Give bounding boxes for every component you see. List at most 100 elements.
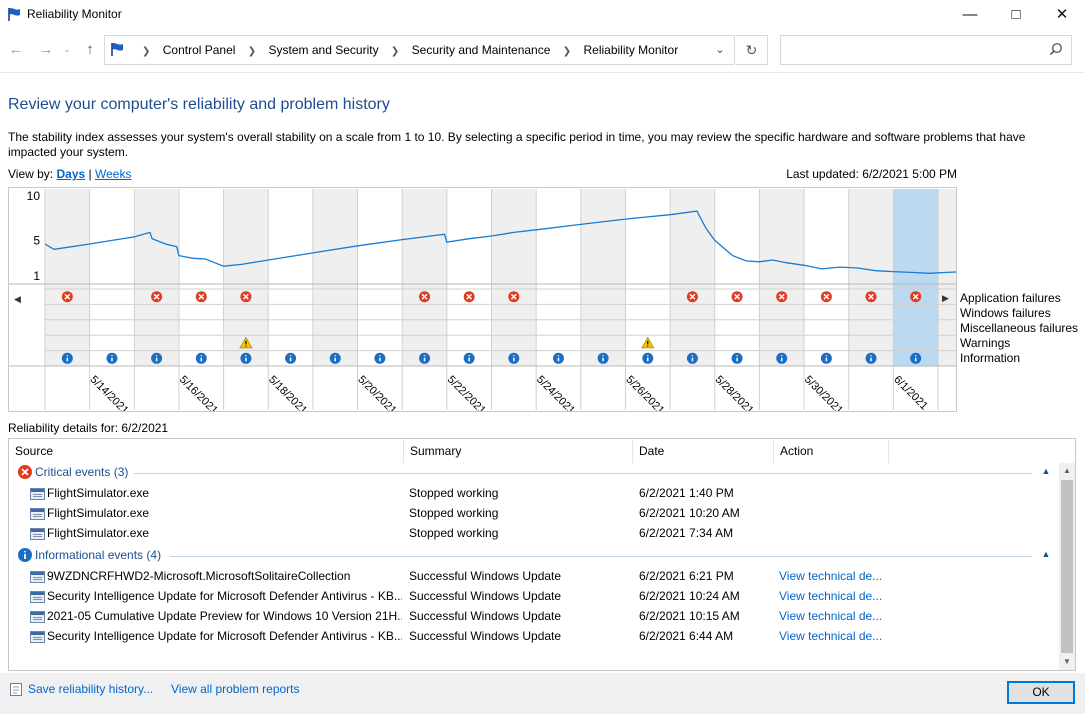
- cell-source: FlightSimulator.exe: [47, 486, 150, 500]
- search-icon: [1049, 42, 1063, 59]
- application-icon: [30, 631, 45, 643]
- table-row[interactable]: FlightSimulator.exe Stopped working 6/2/20…: [9, 483, 1059, 503]
- chart-day-column[interactable]: [536, 189, 581, 366]
- cell-source: 9WZDNCRFHWD2-Microsoft.MicrosoftSolitair…: [47, 569, 351, 583]
- breadcrumb-separator-icon[interactable]: ❯: [142, 46, 150, 57]
- stability-chart-svg[interactable]: 10 5 1 ◀ 5/14/2021 5/16/2021 5/18/2021 5/20/202…: [9, 188, 956, 411]
- chart-day-column[interactable]: [402, 189, 447, 366]
- chart-day-column[interactable]: [89, 189, 135, 366]
- vertical-scrollbar[interactable]: ▲ ▼: [1059, 463, 1075, 670]
- table-row[interactable]: FlightSimulator.exe Stopped working 6/2/20…: [9, 503, 1059, 523]
- collapse-group-icon[interactable]: ▲: [1040, 466, 1052, 476]
- row-label-information: Information: [960, 351, 1021, 365]
- table-row[interactable]: 2021-05 Cumulative Update Preview for Wi…: [9, 606, 1059, 626]
- table-row[interactable]: 9WZDNCRFHWD2-Microsoft.MicrosoftSolitair…: [9, 566, 1059, 586]
- y-tick-label: 1: [33, 269, 40, 283]
- chart-day-column[interactable]: [580, 189, 626, 366]
- back-button[interactable]: ←: [6, 39, 26, 61]
- ok-button[interactable]: OK: [1007, 681, 1075, 704]
- breadcrumb-security-and-maintenance[interactable]: Security and Maintenance: [412, 43, 551, 57]
- scroll-down-button[interactable]: ▼: [1059, 654, 1075, 670]
- breadcrumb-system-and-security[interactable]: System and Security: [269, 43, 379, 57]
- view-by-selector: View by: Days | Weeks: [8, 167, 131, 181]
- row-label-miscellaneous-failures: Miscellaneous failures: [960, 321, 1079, 335]
- view-technical-details-link[interactable]: View technical de...: [779, 589, 889, 603]
- table-row[interactable]: FlightSimulator.exe Stopped working 6/2/20…: [9, 523, 1059, 543]
- stability-chart[interactable]: 10 5 1 ◀ 5/14/2021 5/16/2021 5/18/2021 5/20/202…: [8, 187, 957, 412]
- close-icon: ✕: [1055, 6, 1069, 23]
- forward-button[interactable]: →: [36, 39, 56, 61]
- scrollbar-thumb[interactable]: [1061, 480, 1073, 653]
- chart-day-column[interactable]: [491, 189, 537, 366]
- column-header-action[interactable]: Action: [774, 439, 889, 463]
- cell-date: 6/2/2021 6:21 PM: [639, 569, 734, 583]
- breadcrumb-reliability-monitor[interactable]: Reliability Monitor: [583, 43, 678, 57]
- chart-day-column[interactable]: [357, 189, 403, 366]
- window-title: Reliability Monitor: [27, 7, 122, 21]
- chart-scroll-left-button[interactable]: ◀: [14, 295, 21, 305]
- cell-source: FlightSimulator.exe: [47, 506, 150, 520]
- breadcrumb-separator-icon[interactable]: ❯: [248, 46, 256, 57]
- breadcrumb-separator-icon[interactable]: ❯: [563, 46, 571, 57]
- last-updated-text: Last updated: 6/2/2021 5:00 PM: [786, 167, 957, 181]
- cell-date: 6/2/2021 10:15 AM: [639, 609, 740, 623]
- collapse-group-icon[interactable]: ▲: [1040, 549, 1052, 559]
- breadcrumb-control-panel[interactable]: Control Panel: [163, 43, 236, 57]
- table-row[interactable]: Security Intelligence Update for Microso…: [9, 586, 1059, 606]
- recent-locations-button[interactable]: ⌄: [60, 39, 74, 61]
- cell-date: 6/2/2021 10:24 AM: [639, 589, 740, 603]
- search-input[interactable]: [780, 35, 1072, 65]
- minimize-button[interactable]: —: [947, 0, 993, 30]
- chart-scroll-right-button[interactable]: ▶: [942, 293, 949, 304]
- view-by-weeks-link[interactable]: Weeks: [95, 167, 131, 181]
- critical-icon: [18, 465, 32, 479]
- view-technical-details-link[interactable]: View technical de...: [779, 609, 889, 623]
- refresh-button[interactable]: ↻: [736, 35, 768, 65]
- breadcrumb-separator-icon[interactable]: ❯: [391, 46, 399, 57]
- group-divider: [134, 473, 1032, 474]
- address-dropdown-button[interactable]: ⌄: [710, 36, 730, 64]
- close-button[interactable]: ✕: [1039, 0, 1085, 30]
- informational-events-group[interactable]: Informational events (4): [17, 547, 161, 565]
- table-row[interactable]: Security Intelligence Update for Microso…: [9, 626, 1059, 646]
- chart-day-column[interactable]: [178, 189, 224, 366]
- chart-day-column[interactable]: [268, 189, 313, 366]
- y-tick-label: 10: [27, 189, 41, 203]
- x-tick-label: 5/30/2021: [802, 374, 845, 411]
- view-by-days-link[interactable]: Days: [56, 167, 85, 181]
- view-technical-details-link[interactable]: View technical de...: [779, 629, 889, 643]
- scroll-up-button[interactable]: ▲: [1059, 463, 1075, 479]
- cell-source: FlightSimulator.exe: [47, 526, 150, 540]
- scroll-up-icon: ▲: [1063, 466, 1071, 475]
- minimize-icon: —: [962, 6, 978, 23]
- column-header-date[interactable]: Date: [633, 439, 774, 463]
- up-arrow-icon: ↑: [86, 41, 94, 58]
- control-panel-flag-icon: [110, 42, 125, 60]
- chart-day-column[interactable]: [804, 189, 849, 366]
- cell-summary: Successful Windows Update: [409, 609, 562, 623]
- chart-day-column[interactable]: [938, 189, 956, 366]
- chart-day-column[interactable]: [759, 189, 805, 366]
- save-reliability-history-link[interactable]: Save reliability history...: [28, 682, 153, 696]
- divider: [0, 72, 1085, 73]
- chart-day-column[interactable]: [446, 189, 492, 366]
- critical-events-group[interactable]: Critical events (3): [17, 464, 128, 482]
- chart-day-column[interactable]: [893, 189, 938, 366]
- column-header-source[interactable]: Source: [9, 439, 404, 463]
- chart-day-column[interactable]: [670, 189, 715, 366]
- x-tick-label: 5/20/2021: [355, 374, 398, 411]
- x-tick-label: 6/1/2021: [891, 374, 930, 411]
- group-title: Critical events (3): [35, 465, 129, 479]
- chart-day-column[interactable]: [134, 189, 179, 366]
- row-label-warnings: Warnings: [960, 336, 1011, 350]
- application-icon: [30, 508, 45, 520]
- chart-day-column[interactable]: [848, 189, 894, 366]
- maximize-button[interactable]: □: [993, 0, 1039, 30]
- chart-day-column[interactable]: [312, 189, 358, 366]
- view-technical-details-link[interactable]: View technical de...: [779, 569, 889, 583]
- view-all-problem-reports-link[interactable]: View all problem reports: [171, 682, 300, 696]
- chart-day-column[interactable]: [714, 189, 760, 366]
- chart-day-column[interactable]: [45, 189, 90, 366]
- address-bar[interactable]: ❯ Control Panel ❯ System and Security ❯ …: [104, 35, 735, 65]
- up-button[interactable]: ↑: [80, 39, 100, 61]
